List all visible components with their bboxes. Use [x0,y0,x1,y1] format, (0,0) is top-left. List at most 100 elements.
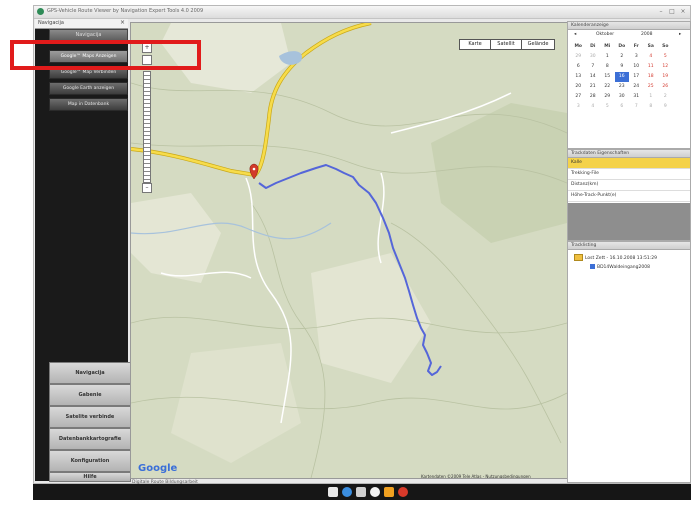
calendar-day[interactable]: 8 [644,102,659,112]
hilfe-button[interactable]: Hilfe [49,472,131,482]
calendar-day[interactable]: 30 [586,52,601,62]
calendar-day[interactable]: 9 [615,62,630,72]
map-type-karte[interactable]: Karte [459,39,491,50]
navigacija-button[interactable]: Navigacija [49,362,131,384]
calendar-week-row: 20 21 22 23 24 25 26 [571,82,687,92]
calendar-day[interactable]: 30 [615,92,630,102]
map-type-satellit[interactable]: Satellit [490,39,522,50]
exit-icon[interactable] [398,487,408,497]
calendar-day[interactable]: 29 [571,52,586,62]
close-button[interactable]: × [678,7,688,16]
calendar-day[interactable]: 10 [629,62,644,72]
calendar-day[interactable]: 3 [571,102,586,112]
calendar-day[interactable]: 12 [658,62,673,72]
datenbank-button[interactable]: Datenbankkartografie [49,428,131,450]
calendar-day[interactable]: 7 [629,102,644,112]
calendar-day[interactable]: 16 [614,72,629,82]
settings-icon[interactable] [356,487,366,497]
sidebar-header: Navigacija × [35,19,128,29]
next-month-icon[interactable]: ▸ [679,32,681,37]
calendar-day[interactable]: 28 [586,92,601,102]
calendar-day[interactable]: 22 [600,82,615,92]
calendar-day[interactable]: 31 [629,92,644,102]
property-row[interactable]: Höhe-Track-Punkt(e) [568,191,690,202]
maximize-button[interactable]: □ [667,7,677,16]
calendar-day[interactable]: 26 [658,82,673,92]
calendar-day[interactable]: 14 [586,72,601,82]
calendar-week-row: 27 28 29 30 31 1 2 [571,92,687,102]
user-icon[interactable] [384,487,394,497]
calendar-nav: ◂ Oktober 2008 ▸ [571,32,687,39]
map-canvas [131,23,567,478]
calendar-day[interactable]: 21 [586,82,601,92]
zoom-out-button[interactable]: – [142,183,152,193]
calendar-week-row: 6 7 8 9 10 11 12 [571,62,687,72]
calendar-day[interactable]: 6 [571,62,586,72]
calendar-day[interactable]: 13 [571,72,586,82]
calendar-day[interactable]: 6 [615,102,630,112]
calendar-day[interactable]: 29 [600,92,615,102]
calendar-day[interactable]: 9 [658,102,673,112]
help-icon[interactable] [370,487,380,497]
calendar-day[interactable]: 2 [658,92,673,102]
calendar-week-row: 3456789 [571,102,687,112]
calendar-day[interactable]: 17 [629,72,644,82]
property-row[interactable]: Kalle [568,158,690,169]
properties-empty-area [568,203,690,240]
sidebar-item-google-earth[interactable]: Google Earth anzeigen [49,82,128,95]
calendar-day[interactable]: 25 [644,82,659,92]
calendar-day[interactable]: 7 [586,62,601,72]
calendar-day[interactable]: 19 [658,72,673,82]
calendar-week-row: 29 30 1 2 3 4 5 [571,52,687,62]
calendar-day[interactable]: 5 [600,102,615,112]
prev-month-icon[interactable]: ◂ [574,32,576,37]
taskbar [33,484,691,500]
calendar-grid: Mo Di Mi Do Fr Sa So 29 30 1 2 3 4 5 6 7 8 9 10 11 12 13 14 15 1… [571,42,687,112]
calendar-year[interactable]: 2008 [641,32,652,37]
calendar-day[interactable]: 27 [571,92,586,102]
window-title: GPS-Vehicle Route Viewer by Navigation E… [47,8,204,14]
highlight-annotation [10,40,201,70]
calendar-panel: Kalenderanzeige ◂ Oktober 2008 ▸ Mo Di Mi D… [567,21,691,149]
calendar-day[interactable]: 2 [615,52,630,62]
track-item[interactable]: BD14Waldeingang2008 [590,264,650,270]
map-type-gelaende[interactable]: Gelände [521,39,555,50]
satelite-button[interactable]: Satelite verbinde [49,406,131,428]
calendar-day[interactable]: 20 [571,82,586,92]
calendar-weekday: Mo [574,44,583,49]
globe-icon[interactable] [342,487,352,497]
calendar-panel-title: Kalenderanzeige [568,22,690,30]
property-row[interactable]: Trekking-File [568,169,690,180]
calendar-day[interactable]: 11 [644,62,659,72]
sidebar-header-label: Navigacija [38,20,64,26]
map-view[interactable]: Karte Satellit Gelände + – Google Karten… [130,22,568,479]
calendar-day[interactable]: 24 [629,82,644,92]
calendar-day[interactable]: 4 [644,52,659,62]
document-icon[interactable] [328,487,338,497]
calendar-day[interactable]: 1 [644,92,659,102]
konfiguration-button[interactable]: Konfiguration [49,450,131,472]
zoom-slider[interactable] [143,71,151,183]
calendar-weekday: Di [590,44,596,49]
calendar-day[interactable]: 4 [586,102,601,112]
calendar-day[interactable]: 18 [644,72,659,82]
calendar-day[interactable]: 23 [615,82,630,92]
sidebar: Navigacija × Navigacija Google™ Maps Anz… [35,19,131,482]
calendar-day[interactable]: 5 [658,52,673,62]
minimize-button[interactable]: – [656,7,666,16]
app-window: GPS-Vehicle Route Viewer by Navigation E… [33,5,691,485]
title-bar: GPS-Vehicle Route Viewer by Navigation E… [34,6,690,19]
property-row[interactable]: Distanz(km) [568,180,690,191]
calendar-weekday: Sa [647,44,654,49]
properties-panel: Trackdaten Eigenschaften Kalle Trekking-… [567,149,691,241]
track-folder[interactable]: Lost Zett - 16.10.2008 13:51:29 [574,254,657,261]
calendar-month[interactable]: Oktober [596,32,614,37]
calendar-day[interactable]: 15 [600,72,615,82]
calendar-weekday: Mi [604,44,611,49]
calendar-day[interactable]: 3 [629,52,644,62]
gabenie-button[interactable]: Gabenie [49,384,131,406]
calendar-day[interactable]: 8 [600,62,615,72]
sidebar-item-map-datenbank[interactable]: Map in Datenbank [49,98,128,111]
sidebar-close-icon[interactable]: × [120,19,125,26]
calendar-day[interactable]: 1 [600,52,615,62]
